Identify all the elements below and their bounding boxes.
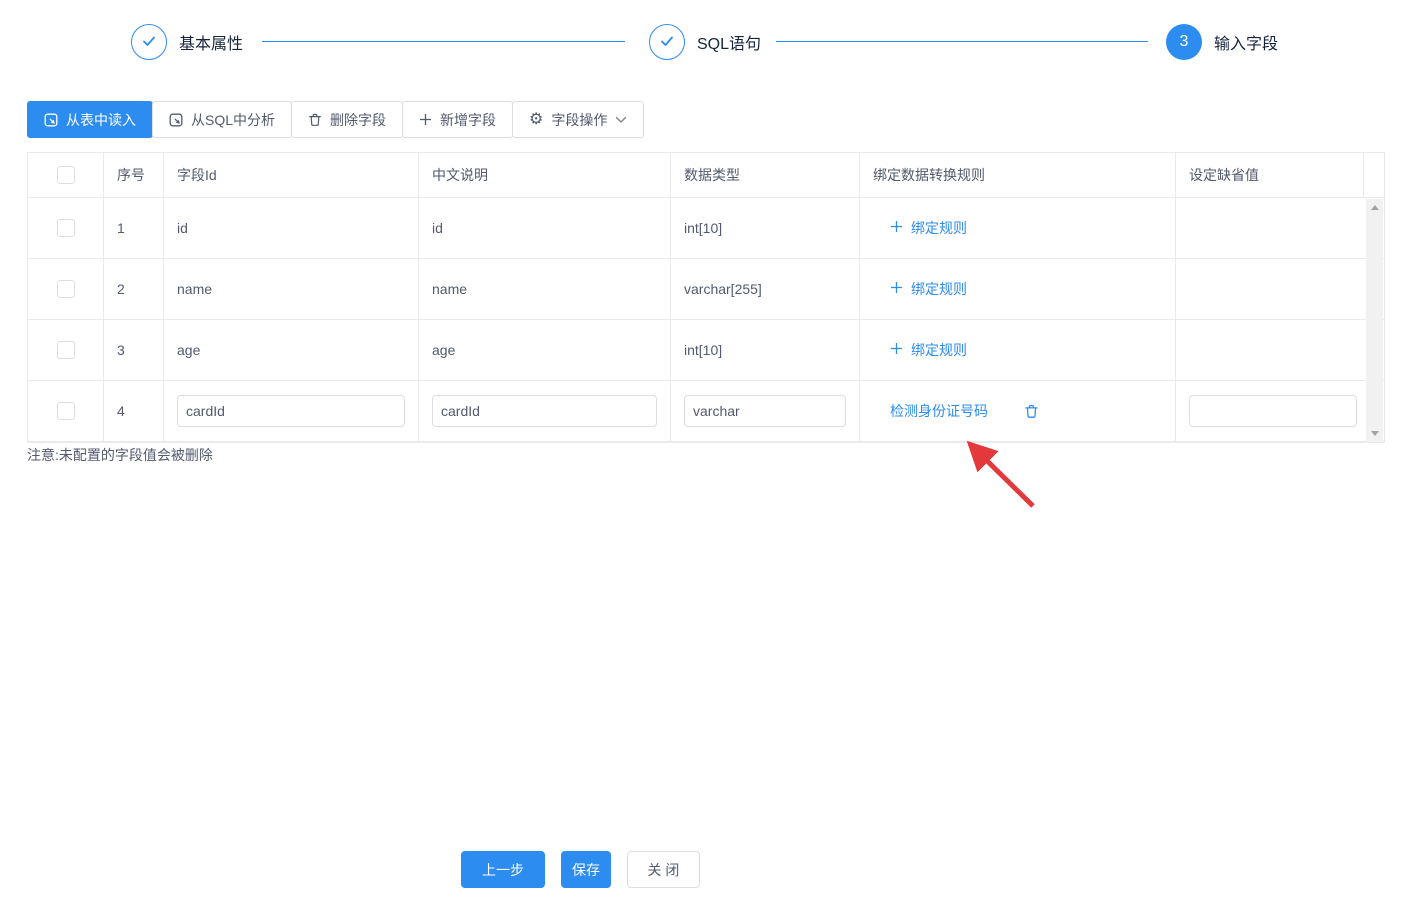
scroll-down-arrow[interactable] (1366, 425, 1383, 442)
header-field-id: 字段Id (164, 153, 419, 197)
row2-bind-rule-link[interactable]: 绑定规则 (890, 279, 967, 299)
row3-index: 3 (104, 320, 164, 380)
trash-icon (308, 113, 322, 127)
header-default-value: 设定缺省值 (1176, 153, 1364, 197)
row4-field-id-input[interactable] (177, 395, 405, 427)
field-operations-button[interactable]: ⚙ 字段操作 (512, 101, 644, 138)
row2-index: 2 (104, 259, 164, 319)
row1-default-value (1176, 198, 1384, 258)
row-select-cell (28, 198, 104, 258)
row4-checkbox[interactable] (57, 402, 75, 420)
scroll-up-arrow[interactable] (1366, 199, 1383, 216)
delete-field-label: 删除字段 (330, 110, 386, 130)
step3-number: 3 (1180, 33, 1189, 51)
plus-icon (419, 113, 432, 126)
row2-field-id: name (164, 259, 419, 319)
bind-rule-label: 绑定规则 (911, 340, 967, 360)
row4-remove-rule-trash-icon[interactable] (1024, 404, 1039, 419)
row1-bind-rule-link[interactable]: 绑定规则 (890, 218, 967, 238)
row4-cn-desc-input[interactable] (432, 395, 657, 427)
row2-default-value (1176, 259, 1384, 319)
step1-label: 基本属性 (179, 30, 243, 54)
table-row: 3 age age int[10] 绑定规则 (28, 320, 1384, 381)
read-from-table-label: 从表中读入 (66, 110, 136, 130)
step2-check-circle (649, 24, 685, 60)
analyze-from-sql-label: 从SQL中分析 (191, 110, 275, 130)
save-button[interactable]: 保存 (561, 851, 611, 888)
check-icon (658, 32, 676, 53)
row-select-cell (28, 320, 104, 380)
close-button[interactable]: 关 闭 (627, 851, 700, 888)
table-scrollbar[interactable] (1366, 199, 1383, 442)
header-index: 序号 (104, 153, 164, 197)
row2-data-type: varchar[255] (671, 259, 860, 319)
table-header-row: 序号 字段Id 中文说明 数据类型 绑定数据转换规则 设定缺省值 (28, 153, 1384, 198)
header-cn-desc: 中文说明 (419, 153, 671, 197)
row1-data-type: int[10] (671, 198, 860, 258)
row2-checkbox[interactable] (57, 280, 75, 298)
page: 基本属性 SQL语句 3 输入字段 从表中读入 从SQL中分析 (0, 0, 1413, 906)
step2-label: SQL语句 (697, 30, 761, 54)
delete-field-button[interactable]: 删除字段 (291, 101, 403, 138)
read-from-table-button[interactable]: 从表中读入 (27, 101, 153, 138)
table-row: 1 id id int[10] 绑定规则 (28, 198, 1384, 259)
step3-number-circle: 3 (1166, 24, 1202, 60)
footer-actions: 上一步 保存 关 闭 (461, 851, 700, 888)
row3-field-id: age (164, 320, 419, 380)
check-icon (140, 32, 158, 53)
table-row: 2 name name varchar[255] 绑定规则 (28, 259, 1384, 320)
row3-cn-desc: age (419, 320, 671, 380)
table-row-editable: 4 检测身份证号码 (28, 381, 1384, 442)
header-bind-rule: 绑定数据转换规则 (860, 153, 1176, 197)
field-operations-label: 字段操作 (551, 110, 607, 130)
step-input-fields: 3 输入字段 (1166, 24, 1278, 60)
select-all-checkbox[interactable] (57, 166, 75, 184)
red-arrow-annotation (948, 428, 1048, 521)
header-scroll-gutter (1364, 153, 1384, 197)
step-sql: SQL语句 (649, 24, 761, 60)
row1-field-id: id (164, 198, 419, 258)
row3-bind-rule-link[interactable]: 绑定规则 (890, 340, 967, 360)
row4-default-value-input[interactable] (1189, 395, 1357, 427)
row2-cn-desc: name (419, 259, 671, 319)
select-box-arrow-icon (169, 113, 183, 127)
step-connector-2 (776, 41, 1148, 42)
row4-index: 4 (104, 381, 164, 441)
toolbar: 从表中读入 从SQL中分析 删除字段 新增字段 ⚙ 字段操作 (27, 101, 644, 138)
analyze-from-sql-button[interactable]: 从SQL中分析 (152, 101, 292, 138)
step3-label: 输入字段 (1214, 30, 1278, 54)
step-connector-1 (262, 41, 625, 42)
bind-rule-label: 绑定规则 (911, 218, 967, 238)
add-field-button[interactable]: 新增字段 (402, 101, 513, 138)
header-select-all-cell (28, 153, 104, 197)
row3-data-type: int[10] (671, 320, 860, 380)
header-data-type: 数据类型 (671, 153, 860, 197)
fields-table: 序号 字段Id 中文说明 数据类型 绑定数据转换规则 设定缺省值 1 id id… (27, 152, 1385, 443)
bind-rule-label: 绑定规则 (911, 279, 967, 299)
prev-step-button[interactable]: 上一步 (461, 851, 545, 888)
row3-default-value (1176, 320, 1384, 380)
select-box-arrow-icon (44, 113, 58, 127)
step-basic-props: 基本属性 (131, 24, 243, 60)
row4-bound-rule-link[interactable]: 检测身份证号码 (890, 401, 988, 421)
add-field-label: 新增字段 (440, 110, 496, 130)
row1-cn-desc: id (419, 198, 671, 258)
warning-note: 注意:未配置的字段值会被删除 (27, 445, 213, 465)
plus-icon (890, 220, 903, 236)
row-select-cell (28, 259, 104, 319)
step1-check-circle (131, 24, 167, 60)
gear-icon: ⚙ (529, 112, 543, 128)
chevron-down-icon (615, 116, 627, 124)
row1-checkbox[interactable] (57, 219, 75, 237)
row1-index: 1 (104, 198, 164, 258)
row3-checkbox[interactable] (57, 341, 75, 359)
row-select-cell (28, 381, 104, 441)
row4-data-type-input[interactable] (684, 395, 846, 427)
plus-icon (890, 342, 903, 358)
plus-icon (890, 281, 903, 297)
